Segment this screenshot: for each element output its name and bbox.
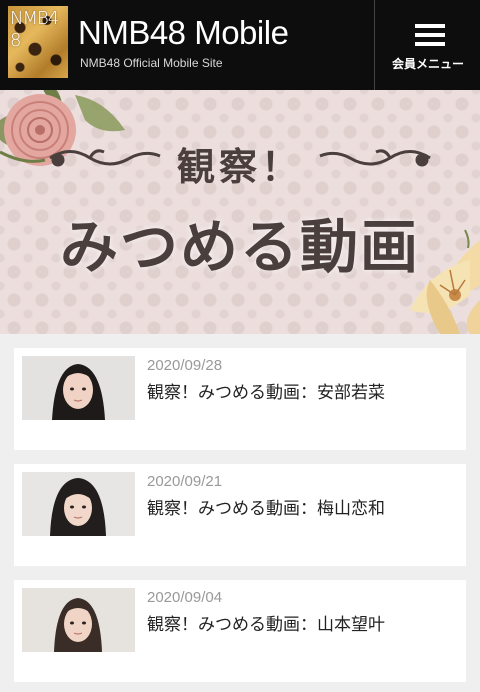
video-card[interactable]: 2020/09/21 観察！みつめる動画：梅山恋和 — [14, 464, 466, 566]
person-portrait-icon — [22, 356, 135, 420]
video-card[interactable]: 2020/09/04 観察！みつめる動画：山本望叶 — [14, 580, 466, 682]
member-menu-label: 会員メニュー — [391, 57, 464, 71]
video-title[interactable]: 観察！みつめる動画：梅山恋和 — [147, 494, 385, 519]
video-date: 2020/09/04 — [147, 589, 223, 606]
banner-heading: みつめる動画 — [59, 213, 420, 281]
video-title[interactable]: 観察！みつめる動画：山本望叶 — [147, 610, 385, 635]
video-title[interactable]: 観察！みつめる動画：安部若菜 — [147, 378, 385, 403]
person-portrait-icon — [22, 588, 135, 652]
site-logo[interactable]: NMB48 — [8, 6, 68, 78]
site-header: NMB48 NMB48 Mobile NMB48 Official Mobile… — [0, 0, 480, 90]
person-portrait-icon — [22, 472, 135, 536]
logo-text: NMB48 — [10, 8, 59, 51]
video-date: 2020/09/21 — [147, 473, 223, 490]
page-banner: 観察！ みつめる動画 — [0, 90, 480, 334]
video-card[interactable]: 2020/09/28 観察！みつめる動画：安部若菜 — [14, 348, 466, 450]
video-thumbnail[interactable] — [22, 356, 135, 420]
video-date: 2020/09/28 — [147, 357, 223, 374]
hamburger-menu-icon — [415, 24, 445, 46]
site-title[interactable]: NMB48 Mobile — [78, 14, 289, 52]
video-thumbnail[interactable] — [22, 472, 135, 536]
member-menu-button[interactable]: 会員メニュー — [374, 0, 480, 90]
site-subtitle: NMB48 Official Mobile Site — [80, 56, 223, 70]
video-thumbnail[interactable] — [22, 588, 135, 652]
video-list: 2020/09/28 観察！みつめる動画：安部若菜 2020/09/21 観察！… — [0, 334, 480, 692]
banner-subheading: 観察！ — [176, 144, 303, 189]
